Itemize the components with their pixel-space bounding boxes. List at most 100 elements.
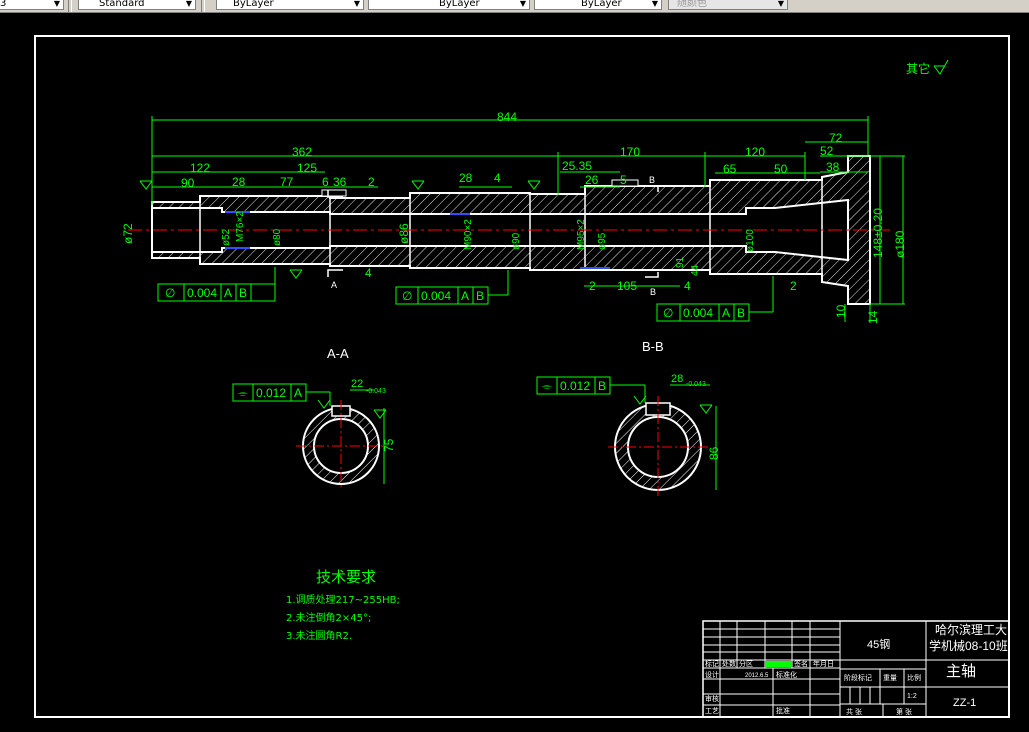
section-a-depth: 75 — [382, 438, 396, 452]
chevron-down-icon: ▼ — [777, 0, 785, 8]
dim-25-35: 25.35 — [562, 159, 592, 173]
dim-m90: M90×2 — [463, 219, 474, 250]
chevron-down-icon: ▼ — [53, 0, 61, 8]
fcf-symbol: ∅ — [402, 289, 412, 303]
dim-dia-86: ø86 — [397, 223, 411, 244]
dim-10: 10 — [834, 304, 848, 318]
tb-school-2: 学机械08-10班 — [929, 638, 1008, 653]
dim-50: 50 — [774, 162, 788, 176]
tb-ratio: 比例 — [907, 673, 921, 682]
tb-part-name: 主轴 — [946, 663, 976, 680]
section-a-label: A — [331, 280, 337, 290]
fcf-group: ∅ 0.004 A B ∅ 0.004 A B ∅ 0.004 A B — [157, 267, 774, 322]
dim-844: 844 — [497, 110, 517, 124]
fcf-datum: B — [737, 306, 745, 320]
dim-dia-80: ø80 — [272, 228, 283, 246]
drawing-canvas[interactable]: 其它 844 362 170 120 72 52 38 50 65 122 12… — [0, 13, 1029, 732]
dim-120: 120 — [745, 145, 765, 159]
fcf-1: ∅ 0.004 A B — [157, 267, 276, 302]
dim-90: 90 — [181, 176, 195, 190]
toolbar-separator — [68, 0, 72, 12]
plot-style-dropdown[interactable]: 随颜色 ▼ — [668, 0, 788, 10]
dim-4-a: 4 — [494, 171, 501, 185]
tb-material: 45钢 — [867, 638, 890, 651]
dim-m76: M76×2 — [235, 211, 246, 242]
layer-value: ByLayer — [233, 0, 274, 9]
tech-title: 技术要求 — [316, 568, 376, 586]
dim-dia-100: ø100 — [745, 229, 756, 252]
section-b-label-bottom: B — [650, 287, 656, 297]
section-a-keywidth: 22 — [351, 378, 363, 390]
fcf-datum: A — [224, 286, 232, 300]
tb-sign: 签名 — [794, 659, 808, 668]
dim-5: 5 — [620, 173, 627, 187]
dim-4-c: 4 — [365, 266, 372, 280]
dim-style-dropdown[interactable]: 3 ▼ — [0, 0, 64, 10]
section-b-depth: 86 — [707, 446, 721, 460]
section-a-keytol: -0.043 — [366, 388, 386, 395]
dim-180: ø180 — [893, 230, 907, 258]
section-b-fcf-datum: B — [598, 379, 606, 393]
tb-drawing-no: ZZ-1 — [953, 697, 976, 709]
tb-mark: 标记 — [705, 659, 719, 668]
section-b-keywidth: 28 — [671, 373, 683, 385]
tb-school-1: 哈尔滨理工大 — [935, 622, 1007, 637]
section-b-title: B-B — [642, 339, 664, 354]
fcf-3: ∅ 0.004 A B — [656, 276, 774, 322]
dim-91: 91 — [675, 256, 686, 268]
section-b-keytol: -0.043 — [686, 381, 706, 388]
text-style-value: Standard — [99, 0, 145, 9]
dim-2-b: 2 — [589, 279, 596, 293]
fcf-symbol: ∅ — [663, 306, 673, 320]
svg-text:⌯: ⌯ — [542, 379, 552, 393]
dim-36: 36 — [333, 175, 347, 189]
tb-ymd: 年月日 — [813, 659, 834, 668]
chevron-down-icon: ▼ — [185, 0, 193, 8]
linetype-dropdown[interactable]: ByLayer ▼ — [368, 0, 530, 10]
dim-26: 26 — [585, 173, 599, 187]
chevron-down-icon: ▼ — [519, 0, 527, 8]
tb-stage: 阶段标记 — [844, 673, 872, 682]
tb-count: 处数 — [722, 659, 736, 668]
section-b-label: B — [649, 175, 655, 185]
dim-28-b: 28 — [459, 171, 473, 185]
tb-design: 设计 — [705, 670, 719, 679]
tech-item-3: 3.未注圆角R2. — [286, 629, 352, 642]
tb-weight: 重量 — [883, 674, 897, 682]
fcf-value: 0.004 — [421, 289, 451, 303]
fcf-datum: B — [476, 289, 484, 303]
surface-note-text: 其它 — [906, 61, 930, 76]
text-style-dropdown[interactable]: Standard ▼ — [78, 0, 196, 10]
tb-process: 工艺 — [705, 707, 719, 715]
dim-dia-52: ø52 — [221, 228, 232, 246]
dim-28-a: 28 — [232, 175, 246, 189]
dim-14: 14 — [866, 310, 880, 324]
fcf-datum: B — [239, 286, 247, 300]
dim-362: 362 — [292, 145, 312, 159]
dim-dia-72: ø72 — [121, 223, 135, 244]
tb-date: 2012.6.5 — [745, 673, 769, 679]
drawing-svg: 其它 844 362 170 120 72 52 38 50 65 122 12… — [34, 35, 1010, 718]
tb-sheets: 共 张 — [846, 707, 862, 716]
tb-zone: 分区 — [739, 659, 753, 668]
tech-item-2: 2.未注倒角2×45°; — [286, 611, 371, 624]
toolbar-separator — [201, 0, 205, 12]
fcf-datum: A — [461, 289, 469, 303]
section-a-fcf-value: 0.012 — [256, 386, 286, 400]
dim-38: 38 — [826, 160, 840, 174]
dim-dia-95: ø95 — [597, 232, 608, 250]
chevron-down-icon: ▼ — [651, 0, 659, 8]
fcf-2: ∅ 0.004 A B — [395, 270, 509, 305]
dim-125: 125 — [297, 161, 317, 175]
chevron-down-icon: ▼ — [353, 0, 361, 8]
dim-2-c: 2 — [790, 279, 797, 293]
dim-style-value: 3 — [0, 0, 7, 9]
section-a-title: A-A — [327, 346, 349, 361]
lineweight-value: ByLayer — [581, 0, 622, 9]
lineweight-dropdown[interactable]: ByLayer ▼ — [534, 0, 662, 10]
surface-roughness-note: 其它 — [906, 59, 949, 76]
tb-check: 审核 — [705, 694, 719, 703]
layer-color-dropdown[interactable]: ByLayer ▼ — [216, 0, 364, 10]
fcf-datum: A — [722, 306, 730, 320]
title-block: 45钢 哈尔滨理工大 学机械08-10班 主轴 ZZ-1 标记 处数 分区 签名… — [702, 620, 1010, 718]
